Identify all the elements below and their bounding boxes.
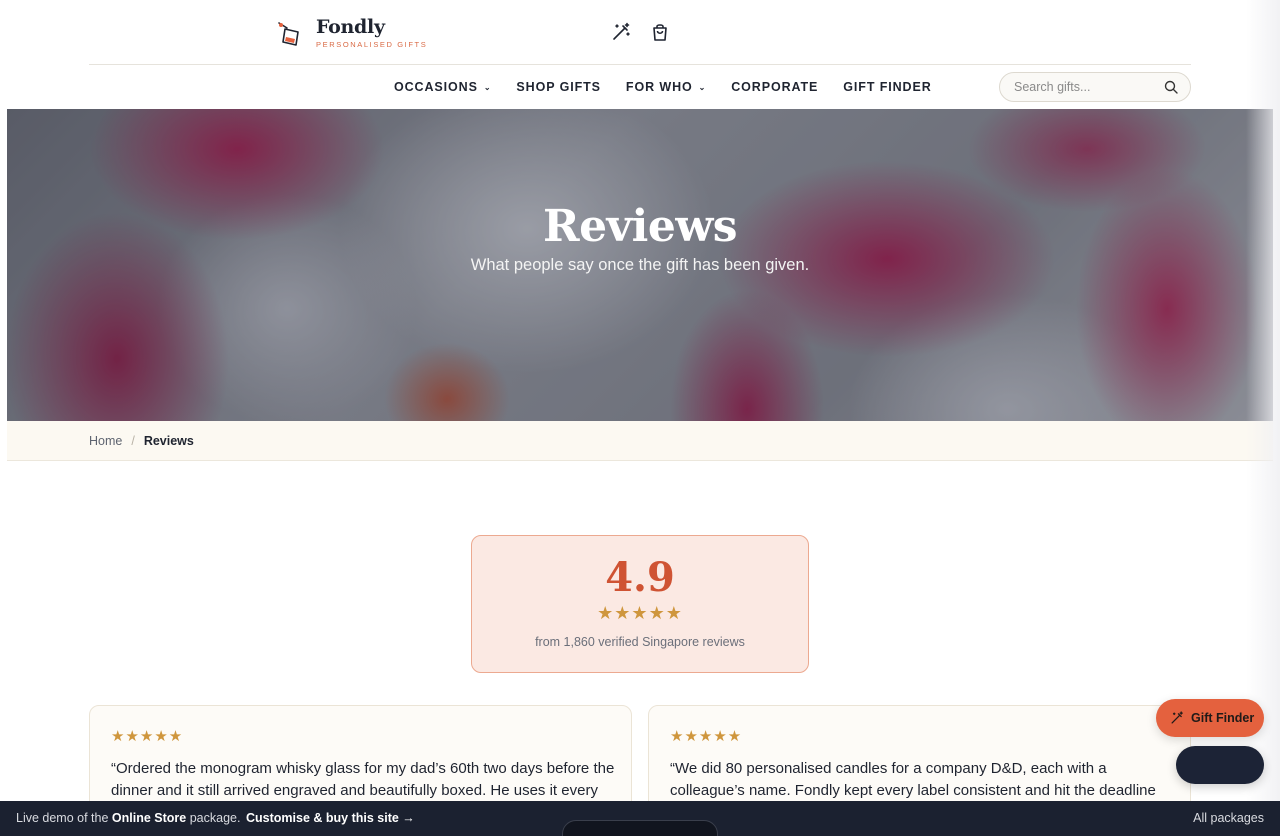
search-box bbox=[999, 72, 1191, 102]
demo-package-name: Online Store bbox=[111, 811, 187, 825]
page-subtitle: What people say once the gift has been g… bbox=[470, 256, 810, 274]
shopping-bag-icon[interactable] bbox=[650, 22, 670, 42]
gift-finder-floating-button[interactable]: Gift Finder bbox=[1156, 699, 1264, 737]
breadcrumb-current: Reviews bbox=[143, 434, 194, 448]
chevron-down-icon: ⌄ bbox=[483, 82, 492, 92]
app-dock bbox=[562, 820, 718, 836]
search-input[interactable] bbox=[1014, 80, 1154, 94]
hero-banner: Reviews What people say once the gift ha… bbox=[7, 109, 1273, 421]
review-stars: ★★★★★ bbox=[111, 728, 184, 745]
nav-item-label: FOR WHO bbox=[625, 80, 693, 94]
review-stars: ★★★★★ bbox=[670, 728, 743, 745]
nav-menu: OCCASIONS ⌄ SHOP GIFTS FOR WHO ⌄ CORPORA… bbox=[394, 80, 957, 94]
main-nav: OCCASIONS ⌄ SHOP GIFTS FOR WHO ⌄ CORPORA… bbox=[0, 65, 1280, 109]
breadcrumb-home-link[interactable]: Home bbox=[89, 434, 122, 448]
nav-item-label: CORPORATE bbox=[731, 80, 819, 94]
search-icon[interactable] bbox=[1164, 80, 1178, 94]
demo-notice: Live demo of the Online Store package. bbox=[16, 811, 240, 825]
nav-item-label: SHOP GIFTS bbox=[516, 80, 601, 94]
customise-buy-link[interactable]: Customise & buy this site → bbox=[246, 811, 415, 825]
gift-logo-icon bbox=[276, 18, 302, 48]
demo-prefix: Live demo of the bbox=[16, 811, 112, 825]
breadcrumb-bar: Home / Reviews bbox=[7, 421, 1273, 461]
brand-tagline: PERSONALISED GIFTS bbox=[316, 40, 428, 49]
magic-wand-icon bbox=[1171, 711, 1183, 724]
nav-item-corporate[interactable]: CORPORATE bbox=[731, 80, 818, 94]
rating-stars: ★★★★★ bbox=[597, 603, 683, 623]
rating-score: 4.9 bbox=[605, 554, 675, 601]
gift-finder-label: Gift Finder bbox=[1191, 711, 1255, 725]
breadcrumb-separator: / bbox=[131, 434, 135, 448]
rating-caption: from 1,860 verified Singapore reviews bbox=[535, 635, 745, 649]
brand-name: Fondly bbox=[316, 16, 385, 38]
nav-item-gift-finder[interactable]: GIFT FINDER bbox=[843, 80, 931, 94]
page-title: Reviews bbox=[543, 201, 737, 252]
brand-logo[interactable]: Fondly PERSONALISED GIFTS bbox=[276, 16, 427, 49]
chat-button[interactable] bbox=[1176, 746, 1264, 784]
review-text: “We did 80 personalised candles for a co… bbox=[670, 760, 1156, 799]
brand-wordmark: Fondly PERSONALISED GIFTS bbox=[316, 16, 427, 49]
all-packages-link[interactable]: All packages bbox=[1193, 811, 1264, 825]
nav-item-label: OCCASIONS bbox=[394, 80, 478, 94]
nav-item-for-who[interactable]: FOR WHO ⌄ bbox=[626, 80, 706, 94]
breadcrumb: Home / Reviews bbox=[89, 434, 194, 448]
demo-suffix: package. bbox=[186, 811, 241, 825]
nav-item-occasions[interactable]: OCCASIONS ⌄ bbox=[394, 80, 491, 94]
nav-item-label: GIFT FINDER bbox=[843, 80, 932, 94]
rating-summary-card: 4.9 ★★★★★ from 1,860 verified Singapore … bbox=[471, 535, 809, 673]
magic-wand-icon[interactable] bbox=[611, 22, 631, 42]
header-top-bar: Fondly PERSONALISED GIFTS bbox=[89, 0, 1191, 65]
review-text: “Ordered the monogram whisky glass for m… bbox=[111, 760, 615, 799]
demo-bar: Live demo of the Online Store package. C… bbox=[0, 801, 1280, 836]
chevron-down-icon: ⌄ bbox=[698, 82, 707, 92]
nav-item-shop-gifts[interactable]: SHOP GIFTS bbox=[516, 80, 600, 94]
